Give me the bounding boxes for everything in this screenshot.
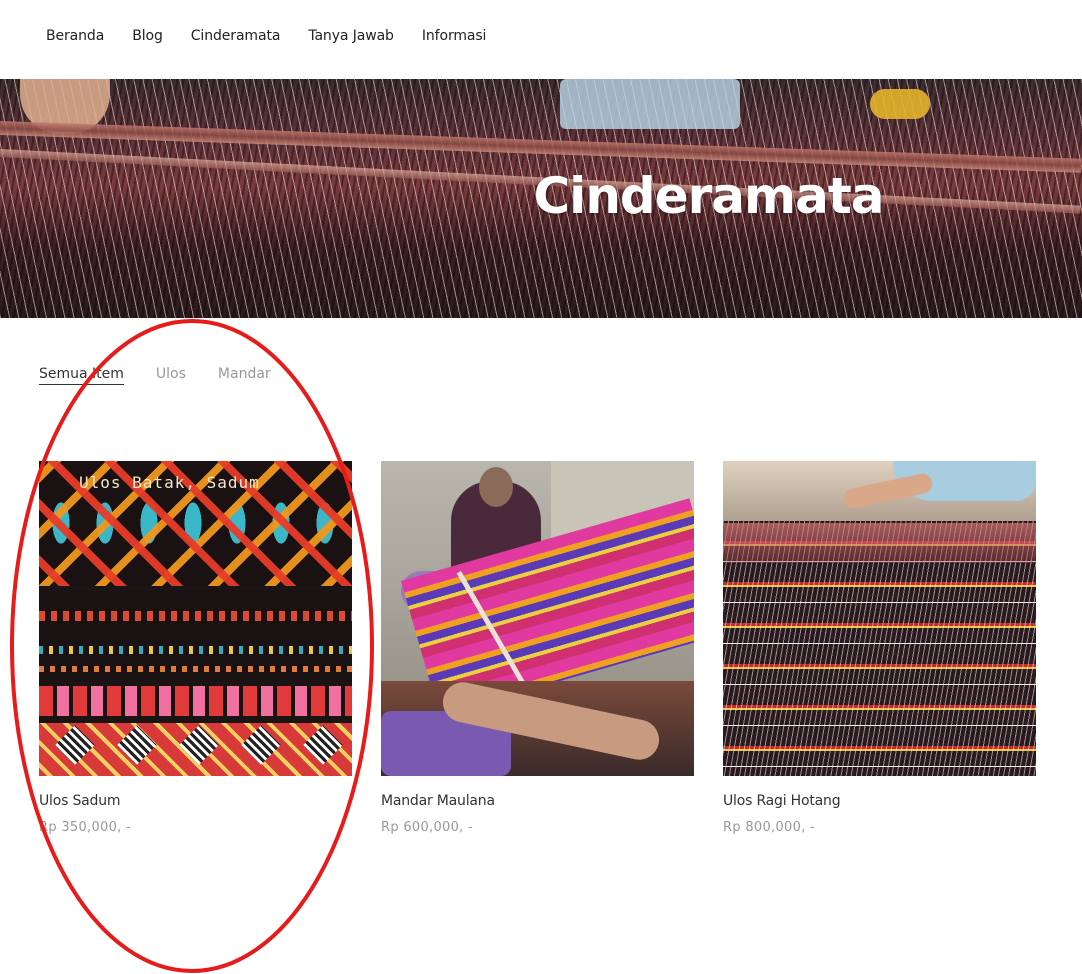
image-caption: Ulos Batak, Sadum <box>79 473 260 492</box>
image-face <box>479 467 513 507</box>
product-price: Rp 600,000, - <box>381 820 474 835</box>
pattern-band <box>39 591 352 681</box>
product-card[interactable]: Ulos Batak, Sadum Ulos Sadum Rp 350,000,… <box>39 461 352 835</box>
product-name[interactable]: Ulos Sadum <box>39 793 352 809</box>
product-image[interactable]: Ulos Batak, Sadum <box>39 461 352 776</box>
product-image[interactable] <box>381 461 694 776</box>
nav-item-tanya-jawab[interactable]: Tanya Jawab <box>308 28 394 44</box>
nav-item-blog[interactable]: Blog <box>132 28 163 44</box>
category-filter: Semua Item Ulos Mandar <box>39 366 303 385</box>
page-title: Cinderamata <box>533 167 884 225</box>
product-card[interactable]: Mandar Maulana Rp 600,000, - <box>381 461 694 835</box>
filter-tab-mandar[interactable]: Mandar <box>218 366 271 385</box>
filter-tab-all[interactable]: Semua Item <box>39 366 124 385</box>
nav-item-cinderamata[interactable]: Cinderamata <box>191 28 281 44</box>
image-highlight <box>723 523 1036 563</box>
hero-image-cloth <box>560 79 740 129</box>
product-price: Rp 800,000, - <box>723 820 816 835</box>
product-image[interactable] <box>723 461 1036 776</box>
top-navigation: Beranda Blog Cinderamata Tanya Jawab Inf… <box>0 0 1082 79</box>
hero-image-tool <box>870 89 930 119</box>
product-card[interactable]: Ulos Ragi Hotang Rp 800,000, - <box>723 461 1036 835</box>
pattern-band <box>39 686 352 716</box>
product-name[interactable]: Ulos Ragi Hotang <box>723 793 1036 809</box>
product-price: Rp 350,000, - <box>39 820 132 835</box>
hero-banner: Cinderamata <box>0 79 1082 318</box>
filter-tab-ulos[interactable]: Ulos <box>156 366 186 385</box>
nav-item-beranda[interactable]: Beranda <box>46 28 104 44</box>
product-name[interactable]: Mandar Maulana <box>381 793 694 809</box>
nav-menu: Beranda Blog Cinderamata Tanya Jawab Inf… <box>46 28 514 44</box>
nav-item-informasi[interactable]: Informasi <box>422 28 487 44</box>
